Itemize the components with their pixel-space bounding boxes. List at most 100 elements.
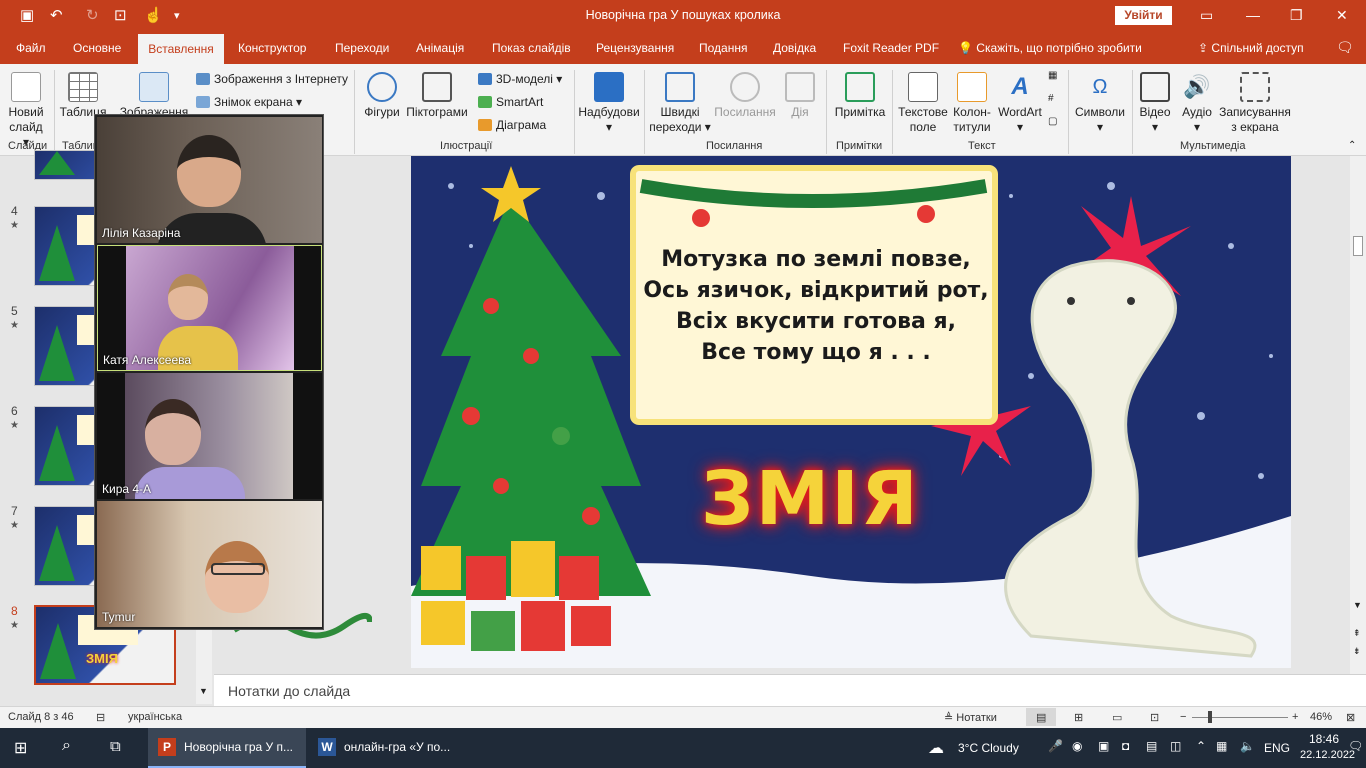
screen-recording-button[interactable]: Записування з екрана xyxy=(1218,72,1292,135)
link-button[interactable]: Посилання xyxy=(712,72,778,120)
tray-app-icon[interactable]: ▣ xyxy=(1098,739,1109,753)
snake-eye xyxy=(1127,297,1135,305)
ribbon-display-icon[interactable]: ▭ xyxy=(1200,7,1213,24)
riddle-line: Ось язичок, відкритий рот, xyxy=(643,278,989,303)
video-tile[interactable]: Кира 4-А xyxy=(97,373,322,499)
notifications-icon[interactable]: 🗨 xyxy=(1348,739,1363,753)
tray-app-icon[interactable]: ◘ xyxy=(1122,739,1129,753)
video-tile[interactable]: Лілія Казаріна xyxy=(97,117,322,243)
online-pictures-button[interactable]: Зображення з Інтернету xyxy=(196,72,348,86)
scroll-down-icon[interactable]: ▼ xyxy=(199,686,208,696)
share-button[interactable]: ⇪ Спільний доступ xyxy=(1198,41,1304,55)
minimize-button[interactable]: — xyxy=(1246,7,1260,23)
editor-scrollbar[interactable]: ▼ ⇞ ⇟ xyxy=(1350,156,1366,674)
slide-counter: Слайд 8 з 46 xyxy=(8,711,74,723)
notes-pane[interactable]: Нотатки до слайда xyxy=(214,674,1366,706)
symbols-button[interactable]: Ω Символи ▾ xyxy=(1072,72,1128,135)
network-icon[interactable]: ▦ xyxy=(1216,739,1227,753)
table-button[interactable]: Таблиця xyxy=(58,72,108,120)
textbox-button[interactable]: Текстове поле xyxy=(896,72,950,135)
zoom-slider-thumb[interactable] xyxy=(1208,711,1212,723)
input-language[interactable]: ENG xyxy=(1264,741,1290,755)
date-time-icon[interactable]: ▦ xyxy=(1048,70,1057,81)
slideshow-icon[interactable]: ⊡ xyxy=(1150,711,1159,724)
object-icon[interactable]: ▢ xyxy=(1048,116,1057,127)
language-indicator[interactable]: українська xyxy=(128,711,182,723)
close-button[interactable]: ✕ xyxy=(1336,7,1348,24)
scroll-thumb[interactable] xyxy=(1353,236,1363,256)
clock[interactable]: 18:46 xyxy=(1302,732,1346,746)
windows-start-icon[interactable]: ⊞ xyxy=(14,738,27,758)
action-button[interactable]: Дія xyxy=(782,72,818,120)
notes-toggle[interactable]: ≜ Нотатки xyxy=(944,711,997,724)
current-slide[interactable]: Мотузка по землі повзе, Ось язичок, відк… xyxy=(411,156,1291,668)
images-button[interactable]: Зображення xyxy=(116,72,192,120)
tab-help[interactable]: Довідка xyxy=(773,41,816,55)
zoom-button[interactable]: Швидкі переходи ▾ xyxy=(648,72,712,135)
screenshot-button[interactable]: Знімок екрана ▾ xyxy=(196,95,302,109)
tab-foxit[interactable]: Foxit Reader PDF xyxy=(843,41,939,55)
zoom-out-icon[interactable]: − xyxy=(1180,711,1186,723)
tray-app-icon[interactable]: ▤ xyxy=(1146,739,1157,753)
tab-animations[interactable]: Анімація xyxy=(416,41,464,55)
scroll-down-icon[interactable]: ▼ xyxy=(1353,600,1362,610)
audio-button[interactable]: 🔊 Аудіо ▾ xyxy=(1178,72,1216,135)
search-icon[interactable]: ⌕ xyxy=(62,737,71,755)
video-tile-active[interactable]: Катя Алексеева xyxy=(97,245,322,371)
group-media: Мультимедіа xyxy=(1180,140,1246,152)
comment-button[interactable]: Примітка xyxy=(830,72,890,120)
comments-icon[interactable]: 🗨 xyxy=(1336,39,1354,56)
tab-view[interactable]: Подання xyxy=(699,41,747,55)
task-view-icon[interactable]: ⧉ xyxy=(110,738,121,755)
smartart-icon xyxy=(478,96,492,108)
wordart-button[interactable]: A WordArt ▾ xyxy=(996,72,1044,135)
tab-slideshow[interactable]: Показ слайдів xyxy=(492,41,571,55)
icons-button[interactable]: Піктограми xyxy=(404,72,470,120)
header-footer-button[interactable]: Колон-титули xyxy=(950,72,994,135)
image-icon xyxy=(139,72,169,102)
tree-icon xyxy=(39,225,75,281)
zoom-icon xyxy=(665,72,695,102)
volume-icon[interactable]: 🔈 xyxy=(1240,739,1255,753)
group-illustrations: Ілюстрації xyxy=(440,140,493,152)
fit-to-window-icon[interactable]: ⊠ xyxy=(1346,711,1355,724)
previous-slide-icon[interactable]: ⇞ xyxy=(1353,628,1361,639)
collapse-ribbon-icon[interactable]: ⌃ xyxy=(1348,140,1356,151)
video-button[interactable]: Відео ▾ xyxy=(1136,72,1174,135)
weather-text[interactable]: 3°C Cloudy xyxy=(958,741,1019,755)
bauble xyxy=(692,209,710,227)
shapes-button[interactable]: Фігури xyxy=(360,72,404,120)
tab-design[interactable]: Конструктор xyxy=(238,41,306,55)
3d-models-button[interactable]: 3D-моделі ▾ xyxy=(478,72,562,86)
hidden-icons-chevron-icon[interactable]: ⌃ xyxy=(1196,739,1206,753)
tab-insert[interactable]: Вставлення xyxy=(138,34,224,64)
spell-check-icon[interactable]: ⊟ xyxy=(96,711,105,724)
zoom-slider[interactable] xyxy=(1192,717,1288,718)
tray-app-icon[interactable]: ◫ xyxy=(1170,739,1181,753)
video-tile[interactable]: Tymur xyxy=(97,501,322,627)
participant-avatar xyxy=(177,135,241,207)
chart-button[interactable]: Діаграма xyxy=(478,118,546,132)
maximize-button[interactable]: ❐ xyxy=(1290,7,1303,24)
zoom-level[interactable]: 46% xyxy=(1310,711,1332,723)
taskbar-powerpoint[interactable]: P Новорічна гра У п... xyxy=(148,728,306,768)
taskbar-word[interactable]: W онлайн-гра «У по... xyxy=(308,728,466,768)
tab-home[interactable]: Основне xyxy=(73,41,121,55)
new-slide-button[interactable]: Новий слайд ▾ xyxy=(6,72,46,150)
tab-review[interactable]: Рецензування xyxy=(596,41,674,55)
zoom-app-icon[interactable]: ◉ xyxy=(1072,739,1082,753)
tab-transitions[interactable]: Переходи xyxy=(335,41,389,55)
microphone-icon[interactable]: 🎤 xyxy=(1048,739,1063,753)
next-slide-icon[interactable]: ⇟ xyxy=(1353,646,1361,657)
reading-view-icon[interactable]: ▭ xyxy=(1112,711,1122,724)
tab-file[interactable]: Файл xyxy=(16,41,46,55)
participant-name: Tymur xyxy=(102,610,136,624)
slide-sorter-icon[interactable]: ⊞ xyxy=(1074,711,1083,724)
zoom-in-icon[interactable]: + xyxy=(1292,711,1298,723)
smartart-button[interactable]: SmartArt xyxy=(478,95,543,109)
slide-number-icon[interactable]: # xyxy=(1048,93,1054,104)
participant-name: Катя Алексеева xyxy=(103,353,192,367)
sign-in-button[interactable]: Увійти xyxy=(1115,6,1172,25)
addins-button[interactable]: Надбудови ▾ xyxy=(578,72,640,135)
tell-me-search[interactable]: 💡 Скажіть, що потрібно зробити xyxy=(958,41,1142,55)
